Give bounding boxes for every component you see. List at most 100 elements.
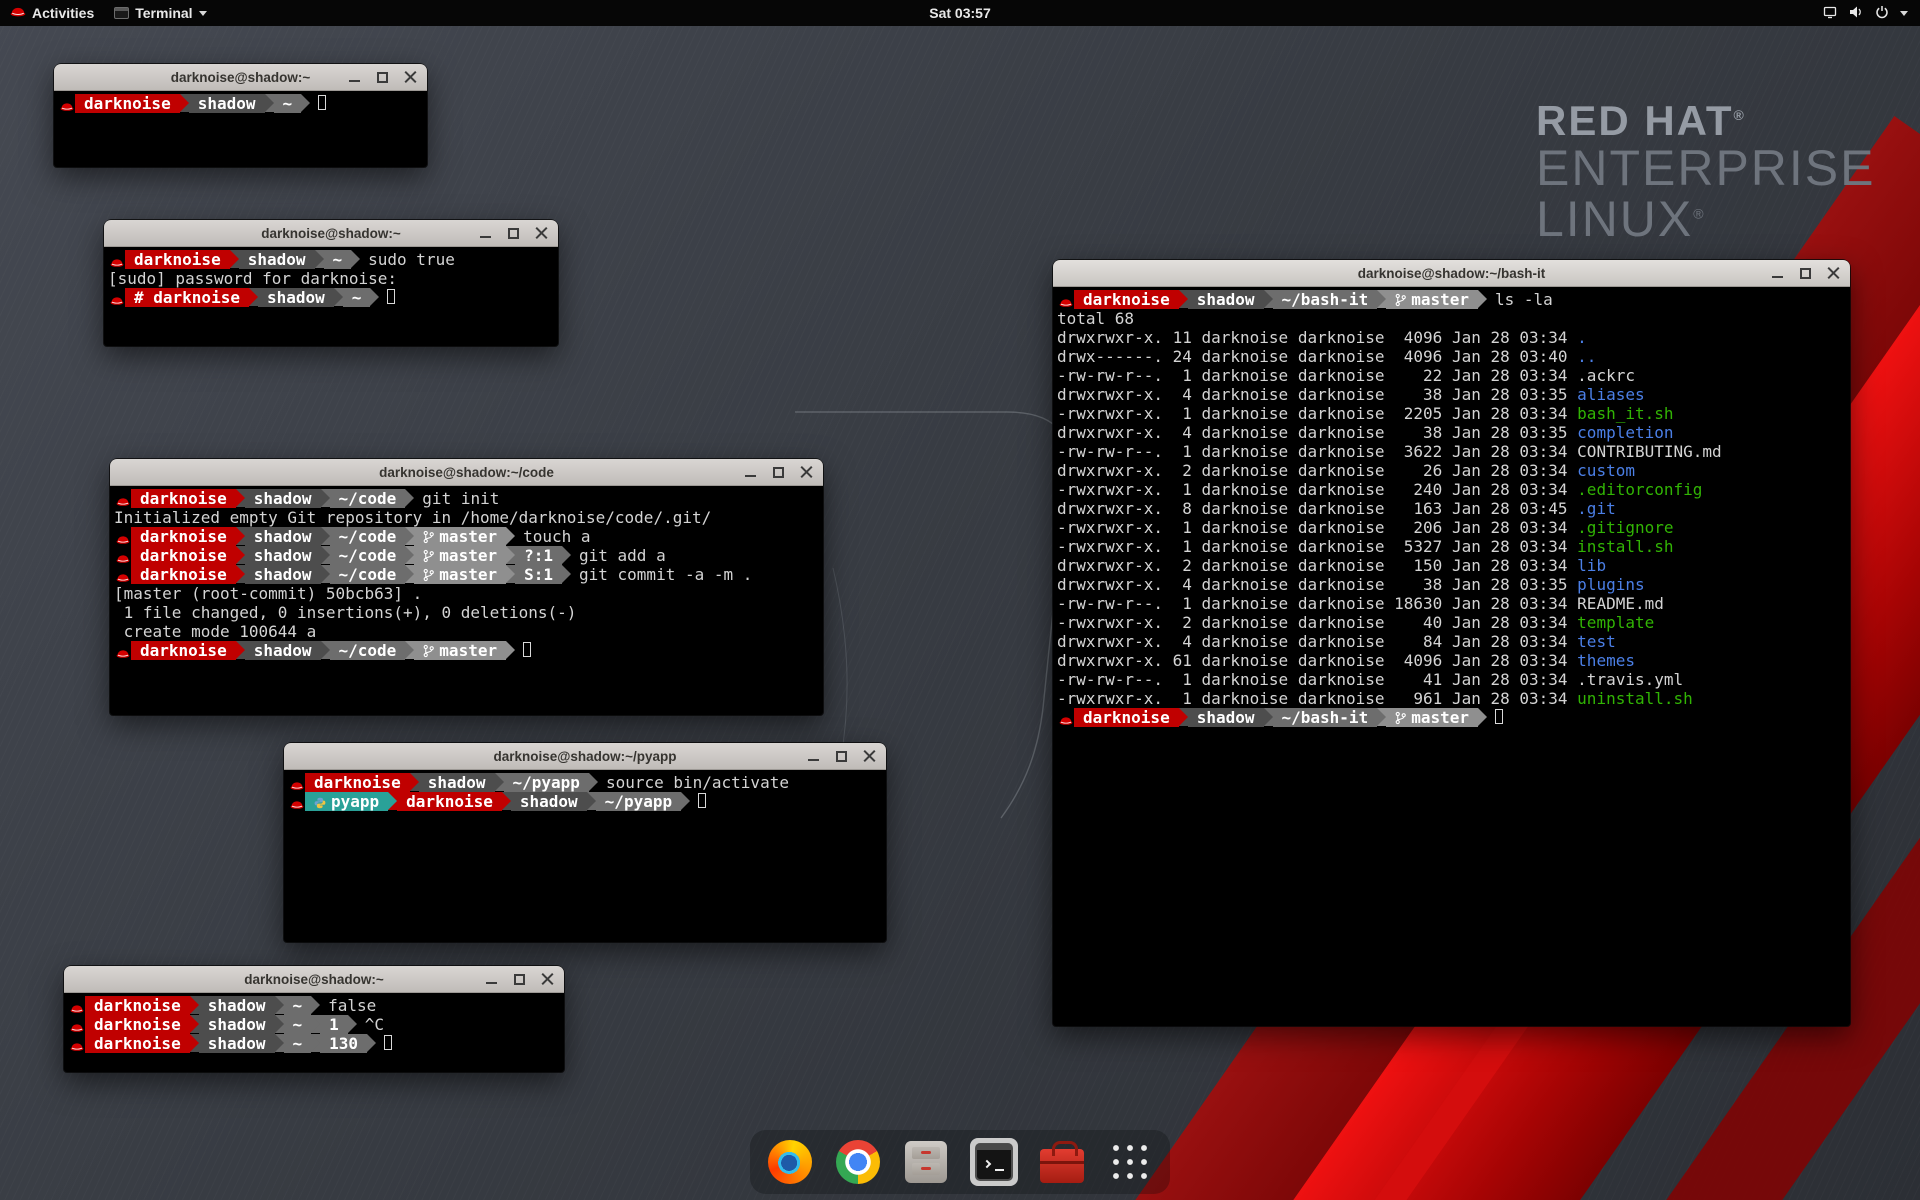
terminal-content[interactable]: darknoiseshadow~ bbox=[54, 91, 427, 167]
minimize-icon[interactable] bbox=[807, 750, 820, 763]
registered-mark: ® bbox=[1693, 205, 1705, 221]
close-icon[interactable] bbox=[863, 750, 876, 763]
chevron-down-icon[interactable] bbox=[1900, 11, 1908, 16]
terminal-icon[interactable] bbox=[970, 1138, 1018, 1186]
prompt-path-segment: ~/bash-it bbox=[1273, 708, 1378, 727]
branch-icon bbox=[1395, 708, 1406, 727]
prompt-host-segment: shadow bbox=[199, 996, 275, 1015]
prompt-path-segment: ~ bbox=[343, 288, 371, 307]
prompt-git-status-segment: S:1 bbox=[515, 565, 562, 584]
window-titlebar[interactable]: darknoise@shadow:~/code bbox=[110, 459, 823, 486]
prompt-user-segment: darknoise bbox=[131, 565, 236, 584]
window-titlebar[interactable]: darknoise@shadow:~/pyapp bbox=[284, 743, 886, 770]
close-icon[interactable] bbox=[1827, 267, 1840, 280]
window-titlebar[interactable]: darknoise@shadow:~ bbox=[104, 220, 558, 247]
window-titlebar[interactable]: darknoise@shadow:~ bbox=[64, 966, 564, 993]
close-icon[interactable] bbox=[535, 227, 548, 240]
prompt-path-segment: ~/code bbox=[330, 546, 406, 565]
powerline-arrow-icon bbox=[405, 565, 414, 583]
files-icon[interactable] bbox=[902, 1138, 950, 1186]
directory-name: .git bbox=[1577, 499, 1616, 518]
terminal-text: drwxrwxr-x. 61 darknoise darknoise 4096 … bbox=[1057, 651, 1577, 670]
powerline-arrow-icon bbox=[321, 546, 330, 564]
terminal-window-pyapp: darknoise@shadow:~/pyapp darknoise shadow… bbox=[284, 743, 886, 942]
linux-logo-text: LINUX® bbox=[1536, 194, 1876, 245]
power-icon[interactable] bbox=[1874, 4, 1890, 23]
window-title: darknoise@shadow:~ bbox=[244, 972, 384, 987]
prompt-user-segment: darknoise bbox=[305, 773, 410, 792]
powerline-arrow-icon bbox=[405, 641, 414, 659]
minimize-icon[interactable] bbox=[744, 466, 757, 479]
directory-name: custom bbox=[1577, 461, 1635, 480]
powerline-arrow-icon bbox=[367, 1034, 376, 1052]
terminal-text: [sudo] password for darknoise: bbox=[108, 269, 397, 288]
prompt-path-segment: ~ bbox=[284, 1015, 312, 1034]
terminal-text: total 68 bbox=[1057, 309, 1134, 328]
minimize-icon[interactable] bbox=[348, 71, 361, 84]
minimize-icon[interactable] bbox=[485, 973, 498, 986]
screen-icon[interactable] bbox=[1822, 4, 1838, 23]
close-icon[interactable] bbox=[800, 466, 813, 479]
minimize-icon[interactable] bbox=[479, 227, 492, 240]
powerline-arrow-icon bbox=[1478, 708, 1487, 726]
app-grid-icon[interactable] bbox=[1106, 1138, 1154, 1186]
terminal-line: drwxrwxr-x. 4 darknoise darknoise 84 Jan… bbox=[1057, 632, 1846, 651]
command-text: source bin/activate bbox=[606, 773, 789, 792]
firefox-icon[interactable] bbox=[766, 1138, 814, 1186]
terminal-line: -rwxrwxr-x. 1 darknoise darknoise 961 Ja… bbox=[1057, 689, 1846, 708]
terminal-line: darknoiseshadow~/pyappsource bin/activat… bbox=[288, 773, 882, 792]
maximize-icon[interactable] bbox=[835, 750, 848, 763]
close-icon[interactable] bbox=[404, 71, 417, 84]
minimize-icon[interactable] bbox=[1771, 267, 1784, 280]
terminal-content[interactable]: darknoiseshadow~/pyappsource bin/activat… bbox=[284, 770, 886, 942]
volume-icon[interactable] bbox=[1848, 4, 1864, 23]
powerline-arrow-icon bbox=[236, 527, 245, 545]
terminal-line: create mode 100644 a bbox=[114, 622, 819, 641]
powerline-arrow-icon bbox=[311, 1034, 320, 1052]
terminal-text: drwxrwxr-x. 2 darknoise darknoise 150 Ja… bbox=[1057, 556, 1577, 575]
window-titlebar[interactable]: darknoise@shadow:~ bbox=[54, 64, 427, 91]
maximize-icon[interactable] bbox=[376, 71, 389, 84]
redhat-branding: RED HAT® ENTERPRISE LINUX® bbox=[1536, 100, 1876, 245]
terminal-content[interactable]: darknoiseshadow~sudo true[sudo] password… bbox=[104, 247, 558, 346]
prompt-host-segment: shadow bbox=[419, 773, 495, 792]
clock[interactable]: Sat 03:57 bbox=[929, 5, 990, 21]
branch-icon bbox=[1395, 290, 1406, 309]
maximize-icon[interactable] bbox=[772, 466, 785, 479]
terminal-content[interactable]: darknoiseshadow~/bash-itmasterls -latota… bbox=[1053, 287, 1850, 1026]
app-menu-terminal[interactable]: Terminal bbox=[104, 0, 216, 26]
prompt-user-segment: darknoise bbox=[131, 641, 236, 660]
powerline-arrow-icon bbox=[249, 288, 258, 306]
terminal-line: drwxrwxr-x. 4 darknoise darknoise 38 Jan… bbox=[1057, 385, 1846, 404]
toolbox-icon[interactable] bbox=[1038, 1138, 1086, 1186]
prompt-path-segment: ~/code bbox=[330, 527, 406, 546]
terminal-text: drwxrwxr-x. 4 darknoise darknoise 84 Jan… bbox=[1057, 632, 1577, 651]
branch-icon bbox=[423, 546, 434, 565]
close-icon[interactable] bbox=[541, 973, 554, 986]
terminal-content[interactable]: darknoiseshadow~falsedarknoiseshadow~1^C… bbox=[64, 993, 564, 1072]
powerline-arrow-icon bbox=[388, 792, 397, 810]
window-titlebar[interactable]: darknoise@shadow:~/bash-it bbox=[1053, 260, 1850, 287]
maximize-icon[interactable] bbox=[513, 973, 526, 986]
maximize-icon[interactable] bbox=[507, 227, 520, 240]
terminal-line: -rwxrwxr-x. 1 darknoise darknoise 5327 J… bbox=[1057, 537, 1846, 556]
maximize-icon[interactable] bbox=[1799, 267, 1812, 280]
powerline-arrow-icon bbox=[236, 641, 245, 659]
executable-name: install.sh bbox=[1577, 537, 1673, 556]
powerline-arrow-icon bbox=[1179, 708, 1188, 726]
prompt-git-branch-segment: master bbox=[1386, 708, 1478, 727]
powerline-arrow-icon bbox=[506, 527, 515, 545]
prompt-host-segment: shadow bbox=[189, 94, 265, 113]
terminal-text: drwxrwxr-x. 11 darknoise darknoise 4096 … bbox=[1057, 328, 1577, 347]
powerline-arrow-icon bbox=[1377, 708, 1386, 726]
directory-name: themes bbox=[1577, 651, 1635, 670]
chrome-icon[interactable] bbox=[834, 1138, 882, 1186]
terminal-content[interactable]: darknoiseshadow~/codegit initInitialized… bbox=[110, 486, 823, 715]
powerline-arrow-icon bbox=[495, 773, 504, 791]
activities-button[interactable]: Activities bbox=[0, 0, 104, 26]
terminal-window-code: darknoise@shadow:~/code darknoise shadow ~… bbox=[110, 459, 823, 715]
powerline-arrow-icon bbox=[589, 773, 598, 791]
registered-mark: ® bbox=[1734, 107, 1746, 123]
powerline-arrow-icon bbox=[190, 996, 199, 1014]
prompt-host-segment: shadow bbox=[245, 527, 321, 546]
